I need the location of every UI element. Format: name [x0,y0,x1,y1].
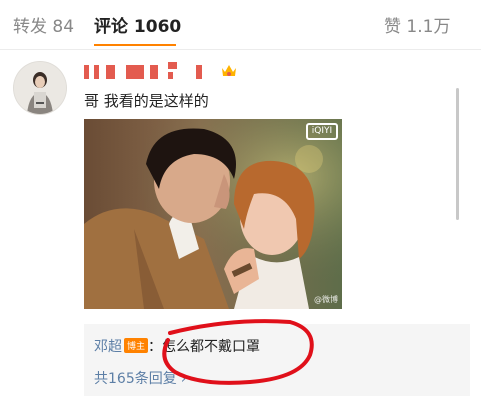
view-replies-link[interactable]: 共165条回复 › [94,368,186,388]
image-watermark: @微博 [314,295,338,304]
redaction-block [168,62,177,69]
comment-tabs: 转发 84 评论 1060 赞 1.1万 [0,0,481,50]
redaction-block [126,65,144,79]
tab-divider [0,49,481,50]
reply-line: 邓超 博主 ：怎么都不戴口罩 [94,336,260,356]
comment-photo[interactable]: iQIYI @微博 [84,119,342,309]
active-tab-indicator [94,44,176,46]
scrollbar[interactable] [456,88,459,220]
chevron-right-icon: › [180,371,187,387]
reply-text: 怎么都不戴口罩 [162,339,261,355]
avatar[interactable] [14,62,66,114]
video-platform-logo: iQIYI [306,123,338,140]
redaction-block [106,65,115,79]
tab-comments-label: 评论 [94,17,128,37]
username-redacted[interactable] [84,62,204,82]
comment-text: 哥 我看的是这样的 [84,92,209,110]
tab-comments-count: 1060 [133,17,182,37]
redaction-block [150,65,158,79]
redaction-block [94,65,99,79]
redaction-block [196,65,202,79]
blogger-badge: 博主 [124,338,149,353]
vip-crown-icon [220,63,238,79]
redaction-block [84,65,89,79]
reply-username[interactable]: 邓超 [94,339,122,355]
tab-repost[interactable]: 转发 84 [13,12,74,37]
reply-colon: ： [148,339,163,355]
reply-preview[interactable]: 邓超 博主 ：怎么都不戴口罩 共165条回复 › [84,324,470,396]
tab-comments[interactable]: 评论 1060 [94,12,181,37]
redaction-block [168,72,173,79]
tab-likes[interactable]: 赞 1.1万 [384,12,450,37]
reply-count-text: 共165条回复 [94,371,177,387]
